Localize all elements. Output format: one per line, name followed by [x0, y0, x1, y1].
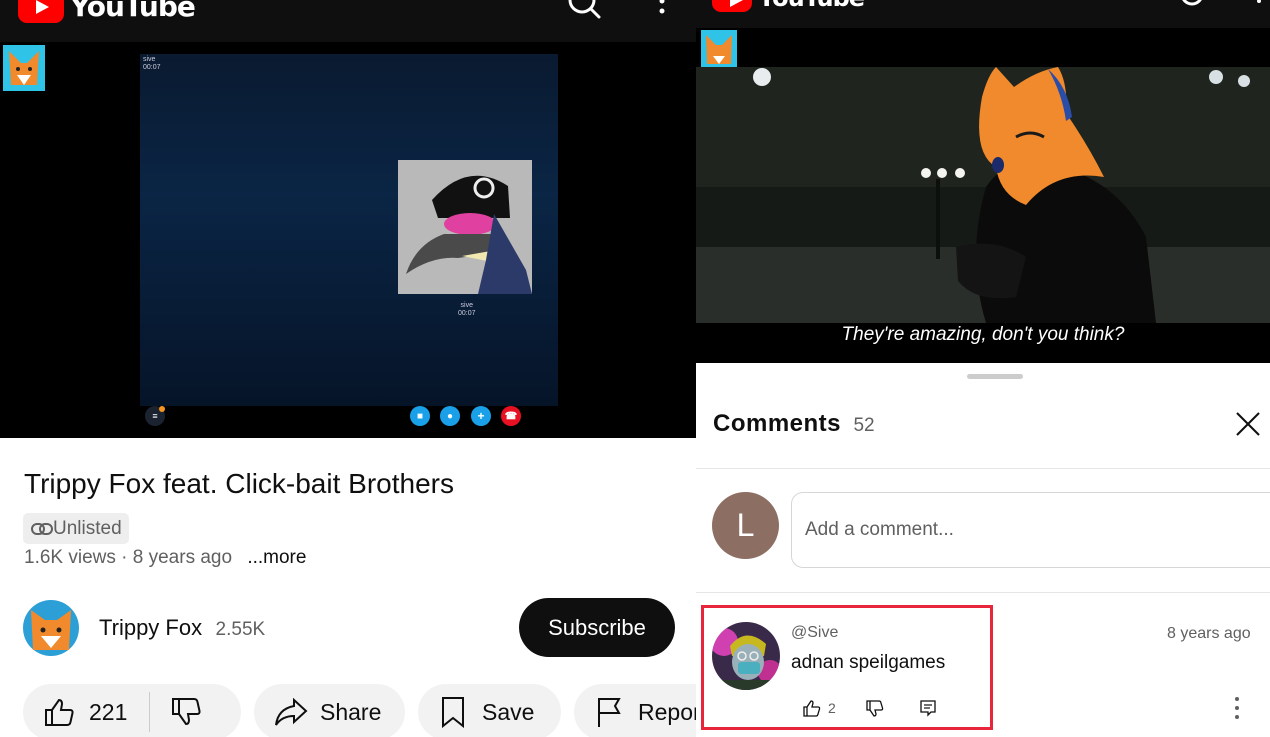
video-off-icon[interactable]: ■ — [410, 406, 430, 426]
top-app-bar-right: YouTube — [696, 0, 1270, 28]
input-divider — [696, 592, 1270, 593]
comment-like-count: 2 — [828, 700, 836, 716]
share-icon — [275, 697, 308, 726]
subscribe-button[interactable]: Subscribe — [519, 598, 675, 657]
left-video-page: YouTube sive 00:07 sive 00:07 ≡ ■ ● + ☎ … — [0, 0, 696, 737]
save-label: Save — [482, 698, 535, 725]
header-divider — [696, 468, 1270, 469]
comment-more-icon[interactable] — [1233, 696, 1241, 720]
like-divider — [149, 692, 151, 732]
subscriber-count: 2.55K — [215, 619, 266, 640]
comments-sheet: Comments 52 L Add a comment... @Sive adn… — [696, 363, 1270, 737]
comments-title: Comments — [713, 410, 842, 437]
youtube-logo[interactable]: YouTube — [18, 0, 196, 23]
report-label: Report — [638, 698, 696, 725]
youtube-wordmark: YouTube — [70, 0, 196, 23]
commenter-avatar[interactable] — [712, 622, 780, 690]
like-dislike-group: 221 — [23, 684, 241, 737]
youtube-play-icon — [18, 0, 64, 23]
channel-watermark-icon-right — [701, 30, 737, 68]
comment-dislike-icon[interactable] — [866, 700, 884, 718]
unlisted-label: Unlisted — [53, 517, 122, 539]
channel-avatar[interactable] — [23, 600, 79, 656]
unlisted-badge: Unlisted — [23, 513, 129, 544]
search-icon[interactable] — [566, 0, 602, 24]
report-button[interactable]: Report — [574, 684, 696, 737]
video-title[interactable]: Trippy Fox feat. Click-bait Brothers — [24, 468, 454, 500]
caller-name-top: sive — [143, 56, 156, 63]
microphone-icon[interactable]: ● — [440, 406, 460, 426]
right-comments-page: YouTube — [696, 0, 1270, 737]
caller-time-bottom: 00:07 — [458, 310, 476, 317]
youtube-wordmark-right: YouTube — [758, 0, 865, 12]
bookmark-icon — [442, 697, 464, 728]
comment-text: adnan speilgames — [791, 652, 946, 673]
comment-time: 8 years ago — [1167, 625, 1251, 642]
add-participant-icon[interactable]: + — [471, 406, 491, 426]
youtube-logo-right[interactable]: YouTube — [712, 0, 865, 12]
dislike-icon[interactable] — [170, 696, 202, 728]
share-button[interactable]: Share — [254, 684, 405, 737]
video-player[interactable]: sive 00:07 sive 00:07 ≡ ■ ● + ☎ — [0, 42, 696, 438]
channel-name[interactable]: Trippy Fox — [99, 615, 202, 640]
flag-icon — [598, 698, 621, 727]
caller-time-top: 00:07 — [143, 64, 161, 71]
search-icon-right[interactable] — [1178, 0, 1208, 14]
share-label: Share — [320, 698, 382, 725]
caller-avatar-image — [398, 160, 532, 294]
add-comment-input[interactable]: Add a comment... — [791, 492, 1270, 568]
like-count[interactable]: 221 — [89, 699, 127, 726]
more-link[interactable]: ...more — [247, 547, 306, 568]
movie-scene-image — [696, 67, 1270, 323]
like-icon[interactable] — [43, 696, 75, 728]
comment-author[interactable]: @Sive — [791, 624, 838, 642]
drag-handle[interactable] — [967, 374, 1023, 379]
video-player-right[interactable]: They're amazing, don't you think? — [696, 28, 1270, 363]
subtitle-caption: They're amazing, don't you think? — [841, 324, 1125, 345]
more-vert-icon[interactable] — [656, 0, 668, 18]
comments-count: 52 — [853, 415, 875, 436]
notification-dot — [159, 406, 165, 412]
end-call-icon[interactable]: ☎ — [501, 406, 521, 426]
save-button[interactable]: Save — [418, 684, 561, 737]
user-avatar[interactable]: L — [712, 492, 779, 559]
channel-watermark-icon — [3, 45, 45, 91]
link-icon — [31, 522, 53, 535]
video-meta: 1.6K views · 8 years ago — [24, 547, 233, 568]
reply-icon[interactable] — [919, 699, 937, 717]
top-app-bar: YouTube — [0, 0, 696, 42]
youtube-play-icon-right — [712, 0, 752, 12]
more-vert-icon-right[interactable] — [1254, 0, 1264, 8]
close-icon[interactable] — [1235, 411, 1261, 437]
comment-like-icon[interactable] — [803, 699, 821, 717]
caller-name-bottom: sive — [460, 302, 473, 309]
